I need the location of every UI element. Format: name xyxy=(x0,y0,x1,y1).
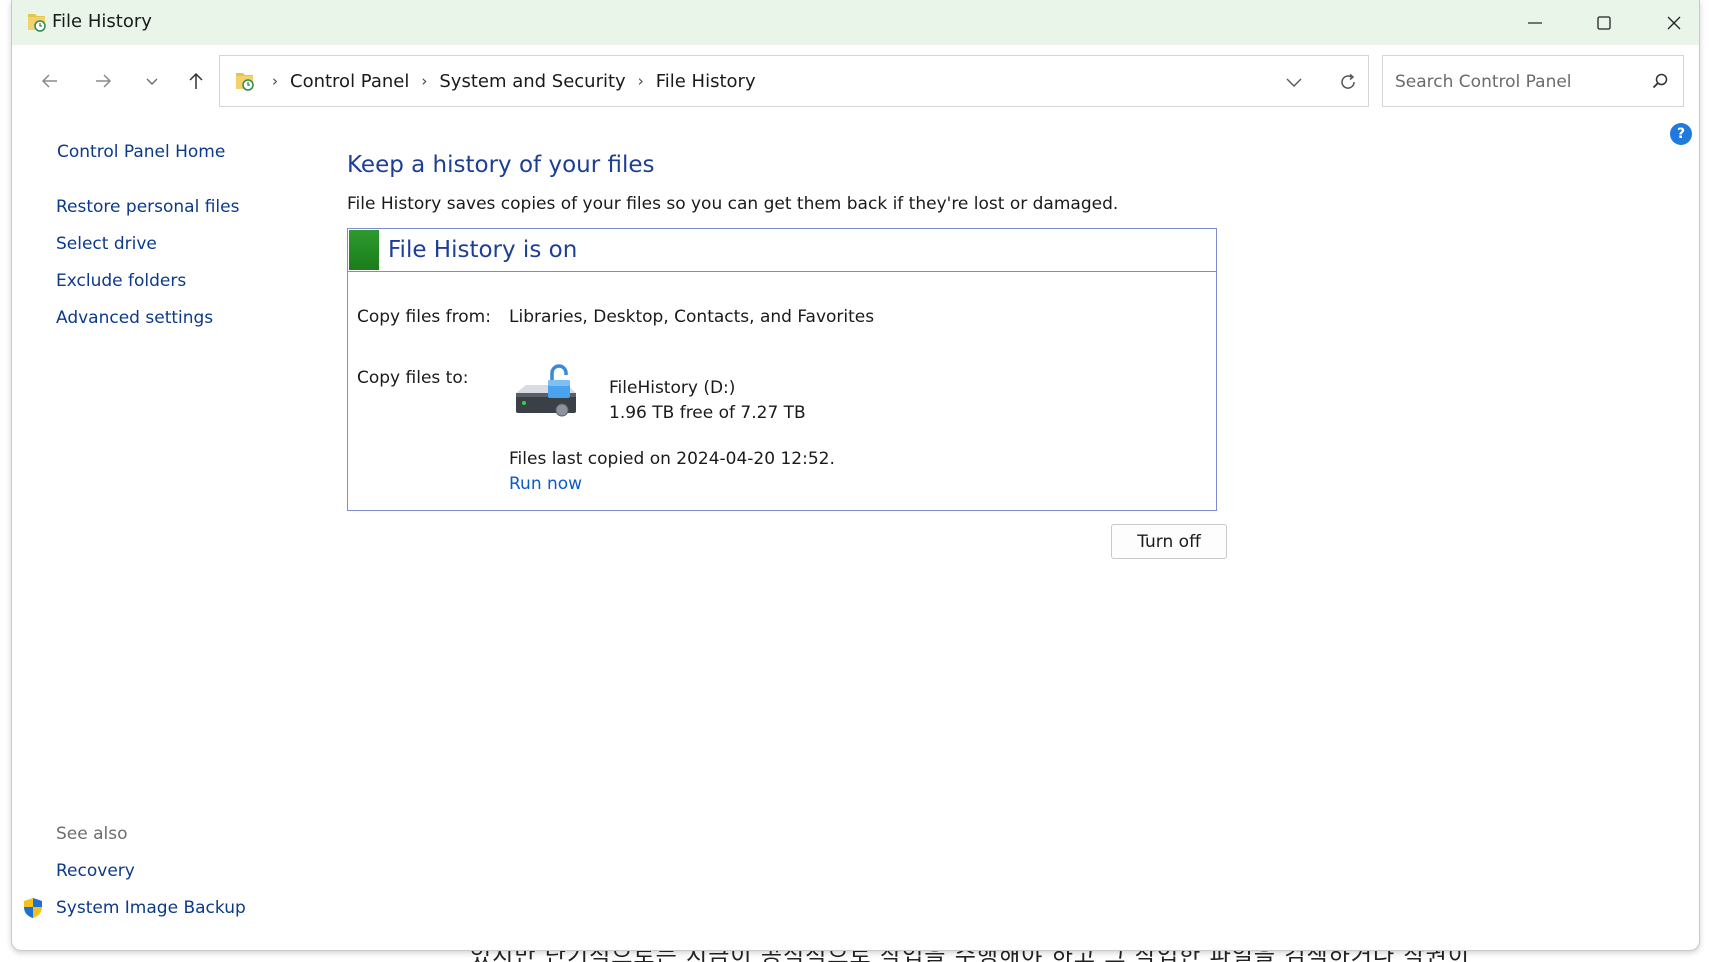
maximize-icon xyxy=(1597,15,1611,30)
sidebar-restore-personal-files[interactable]: Restore personal files xyxy=(56,197,239,217)
drive-icon xyxy=(516,364,576,417)
address-dropdown-button[interactable] xyxy=(1276,64,1312,100)
breadcrumb-control-panel[interactable]: Control Panel xyxy=(290,71,409,92)
help-icon[interactable]: ? xyxy=(1670,123,1692,145)
back-button[interactable] xyxy=(32,63,68,99)
sidebar-recovery[interactable]: Recovery xyxy=(56,861,135,881)
refresh-icon xyxy=(1341,73,1355,89)
see-also-label: See also xyxy=(56,824,128,844)
forward-button[interactable] xyxy=(85,63,121,99)
minimize-button[interactable] xyxy=(1500,0,1570,45)
window-title: File History xyxy=(52,11,152,32)
up-button[interactable] xyxy=(178,63,214,99)
navigation-bar: › Control Panel › System and Security › … xyxy=(12,45,1699,117)
arrow-up-icon xyxy=(189,72,203,89)
title-bar: File History xyxy=(12,0,1699,45)
drive-name: FileHistory (D:) xyxy=(609,378,736,398)
maximize-button[interactable] xyxy=(1569,0,1639,45)
drive-free-space: 1.96 TB free of 7.27 TB xyxy=(609,403,806,423)
address-bar[interactable]: › Control Panel › System and Security › … xyxy=(219,55,1369,107)
close-button[interactable] xyxy=(1639,0,1699,45)
chevron-down-icon xyxy=(146,78,158,85)
copy-from-value: Libraries, Desktop, Contacts, and Favori… xyxy=(509,307,875,327)
turn-off-button[interactable]: Turn off xyxy=(1111,524,1227,559)
page-description: File History saves copies of your files … xyxy=(347,194,1119,214)
file-history-window: File History › Control Panel › System an… xyxy=(11,0,1700,951)
chevron-down-icon xyxy=(1286,78,1302,87)
run-now-link[interactable]: Run now xyxy=(509,474,582,494)
status-title: File History is on xyxy=(388,237,578,263)
shield-icon xyxy=(24,898,42,918)
search-icon[interactable] xyxy=(1649,70,1671,92)
arrow-right-icon xyxy=(96,74,112,88)
chevron-right-icon[interactable]: › xyxy=(638,72,644,90)
file-history-icon xyxy=(236,73,254,91)
last-copied-text: Files last copied on 2024-04-20 12:52. xyxy=(509,449,835,469)
chevron-right-icon[interactable]: › xyxy=(421,72,427,90)
arrow-left-icon xyxy=(41,74,57,88)
sidebar-control-panel-home[interactable]: Control Panel Home xyxy=(57,142,225,162)
status-panel: File History is on Copy files from: Libr… xyxy=(347,228,1217,511)
sidebar-exclude-folders[interactable]: Exclude folders xyxy=(56,271,186,291)
copy-from-label: Copy files from: xyxy=(357,307,491,327)
search-input[interactable] xyxy=(1393,68,1637,96)
breadcrumb-file-history[interactable]: File History xyxy=(656,71,756,92)
sidebar-select-drive[interactable]: Select drive xyxy=(56,234,157,254)
page-title: Keep a history of your files xyxy=(347,152,655,178)
minimize-icon xyxy=(1528,21,1542,24)
chevron-right-icon[interactable]: › xyxy=(272,72,278,90)
refresh-button[interactable] xyxy=(1330,64,1366,100)
sidebar-system-image-backup[interactable]: System Image Backup xyxy=(56,898,246,918)
file-history-icon xyxy=(28,14,46,32)
status-header: File History is on xyxy=(348,229,1216,272)
sidebar-advanced-settings[interactable]: Advanced settings xyxy=(56,308,213,328)
recent-locations-button[interactable] xyxy=(134,63,170,99)
status-indicator xyxy=(349,230,379,270)
search-box[interactable] xyxy=(1382,55,1684,107)
close-icon xyxy=(1667,16,1681,29)
copy-to-label: Copy files to: xyxy=(357,368,469,388)
breadcrumb: › Control Panel › System and Security › … xyxy=(260,56,756,106)
breadcrumb-system-and-security[interactable]: System and Security xyxy=(439,71,625,92)
